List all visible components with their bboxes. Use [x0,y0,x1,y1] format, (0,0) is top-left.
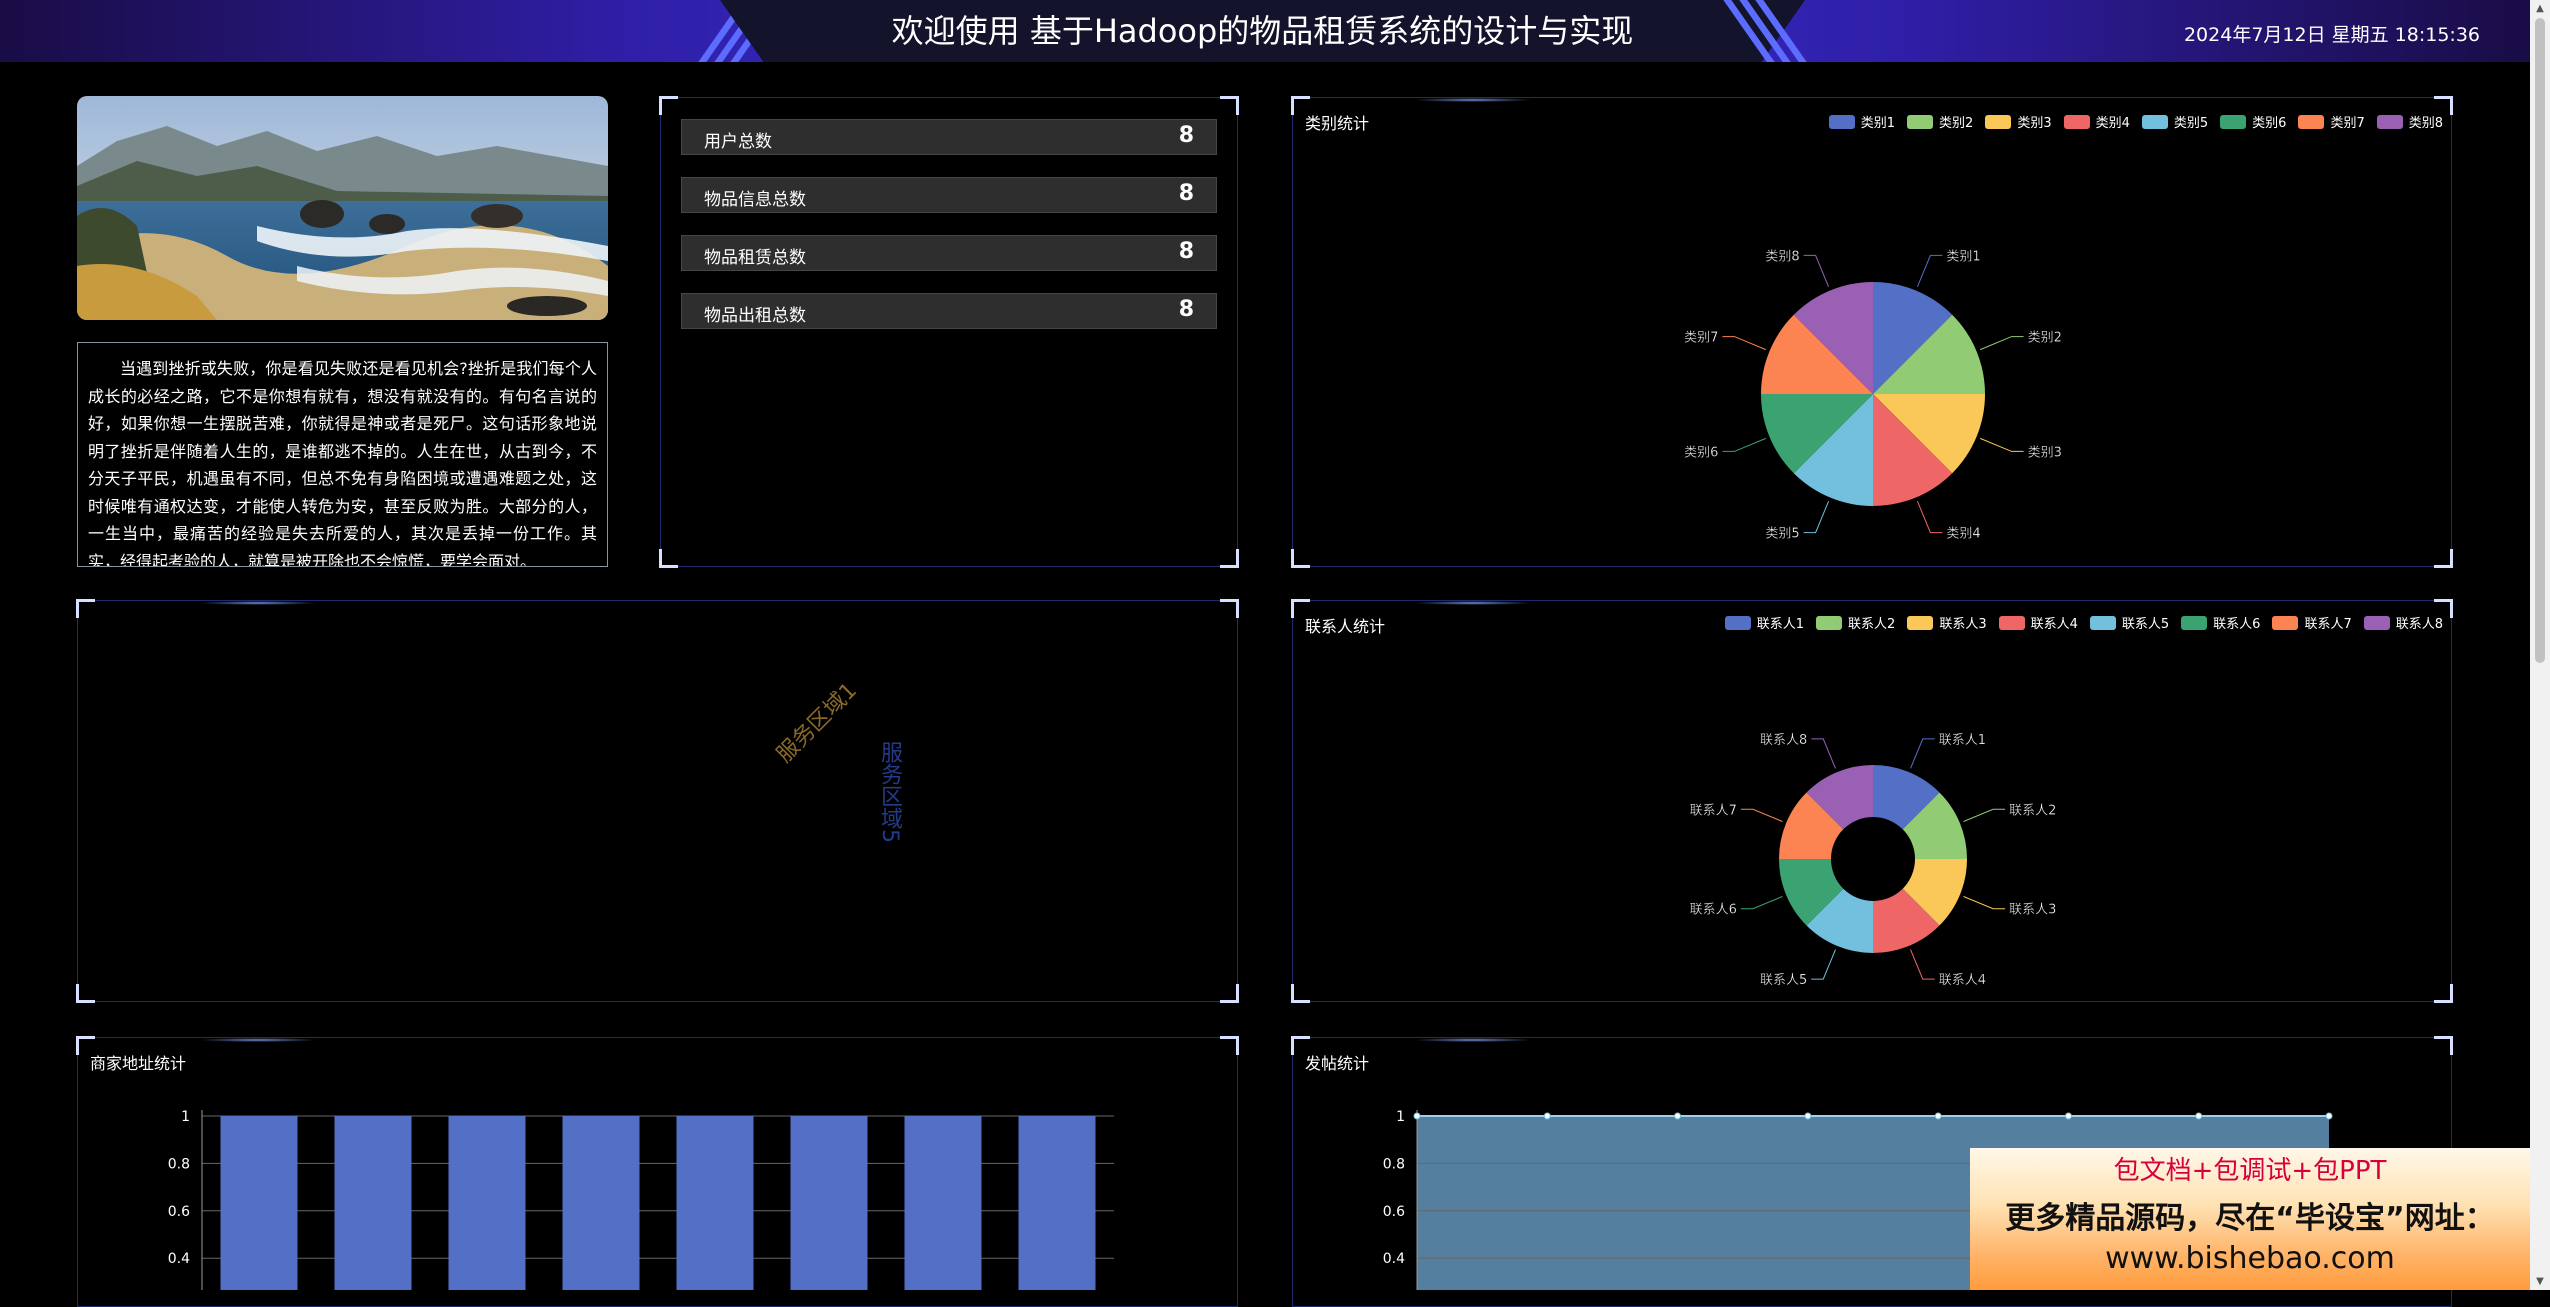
pie-label-line [1963,808,2006,822]
pie-label: 类别2 [2028,331,2062,346]
pie-label: 联系人3 [2009,903,2056,918]
merchant-bar-chart: 1 0.8 0.6 0.4 [168,1109,1114,1290]
promo-line-2: 更多精品源码，尽在“毕设宝”网址： [2005,1201,2495,1236]
region-label-1: 服务区域1 [772,678,863,768]
pie-label-line [1979,437,2024,452]
area-point [1413,1112,1421,1120]
pie-label: 联系人6 [1690,903,1737,918]
stat-label: 用户总数 [704,132,772,152]
pie-label: 类别1 [1946,249,1980,264]
area-point [2195,1112,2203,1120]
y-tick-label: 0.8 [168,1156,190,1172]
bar [904,1116,982,1290]
pie-label: 类别4 [1946,527,1980,542]
scrollbar-thumb[interactable] [2535,18,2545,663]
pie-label-line [1722,437,1767,452]
pie-label: 类别8 [1765,249,1799,264]
pie-label: 联系人1 [1939,733,1986,748]
article-text-box: 当遇到挫折或失败，你是看见失败还是看见机会?挫折是我们每个人成长的必经之路，它不… [77,342,608,567]
stat-value: 8 [1178,297,1194,322]
area-point [1934,1112,1942,1120]
contact-chart-panel: 联系人统计 联系人1 联系人2 联系人3 联系人4 联系人5 联系人6 联系人7 联系人8 联… [1291,599,2453,1003]
bar [676,1116,754,1290]
stat-row-rentals: 物品租赁总数 8 [681,235,1217,271]
stats-panel [659,96,1239,568]
pie-label: 联系人7 [1690,803,1737,818]
pie-label-line [1916,500,1943,534]
stat-value: 8 [1178,123,1194,148]
pie-label-line [1811,738,1836,769]
category-pie-chart: 类别1 类别2 类别3 类别4 类别5 类别6 类别7 类别8 [1684,249,2062,542]
pie-label-line [1910,738,1935,769]
stat-value: 8 [1178,181,1194,206]
contact-donut-chart: 联系人1 联系人2 联系人3 联系人4 联系人5 联系人6 联系人7 联系人8 [1689,733,2056,989]
bar [334,1116,412,1290]
area-point [1543,1112,1551,1120]
bar [562,1116,640,1290]
area-point [1804,1112,1812,1120]
scroll-up-icon[interactable]: ▲ [2533,3,2547,14]
y-tick-label: 0.8 [1383,1156,1405,1172]
pie-label: 联系人2 [2009,803,2056,818]
category-chart-panel: 类别统计 类别1 类别2 类别3 类别4 类别5 类别6 类别7 类别8 类别1 类别2 类别3 类… [1291,96,2453,568]
y-tick-label: 0.4 [168,1251,190,1267]
page-title: 欢迎使用 基于Hadoop的物品租赁系统的设计与实现 [891,12,1634,50]
stat-row-items: 物品信息总数 8 [681,177,1217,213]
y-tick-label: 0.6 [168,1204,190,1220]
promo-banner[interactable]: 包文档+包调试+包PPT 更多精品源码，尽在“毕设宝”网址： www.bishe… [1970,1148,2530,1290]
pie-label: 联系人8 [1760,733,1807,748]
pie-label-line [1916,254,1943,288]
region-panel: 服务区域1 服务区域5 [76,599,1239,1003]
merchant-chart-panel: 商家地址统计 1 0.8 0.6 0.4 [76,1036,1239,1307]
region-label-5: 服务区域5 [877,741,902,843]
pie-label-line [1811,949,1836,980]
pie-label-line [1740,808,1783,822]
pie-label-line [1740,896,1783,910]
bar [1018,1116,1096,1290]
stat-label: 物品出租总数 [704,306,806,326]
bar [220,1116,298,1290]
pie-label-line [1963,896,2006,910]
y-tick-label: 0.4 [1383,1251,1405,1267]
stat-label: 物品信息总数 [704,190,806,210]
bar [448,1116,526,1290]
pie-label: 联系人5 [1760,973,1807,988]
scroll-down-icon[interactable]: ▼ [2533,1276,2547,1287]
area-point [1674,1112,1682,1120]
pie-label: 类别6 [1684,445,1718,460]
stat-value: 8 [1178,239,1194,264]
landscape-image [77,96,608,320]
article-paragraph: 当遇到挫折或失败，你是看见失败还是看见机会?挫折是我们每个人成长的必经之路，它不… [88,359,597,567]
stat-row-users: 用户总数 8 [681,119,1217,155]
y-tick-label: 1 [181,1109,190,1125]
bar [790,1116,868,1290]
datetime-display: 2024年7月12日 星期五 18:15:36 [2183,24,2480,46]
pie-label-line [1803,254,1830,288]
pie-label: 类别3 [2028,445,2062,460]
area-point [2325,1112,2333,1120]
stat-row-leases: 物品出租总数 8 [681,293,1217,329]
promo-url[interactable]: www.bishebao.com [1970,1241,2530,1276]
pie-label-line [1722,336,1767,351]
stat-label: 物品租赁总数 [704,248,806,268]
pie-label-line [1910,949,1935,980]
pie-label: 联系人4 [1939,973,1986,988]
header-bar: 欢迎使用 基于Hadoop的物品租赁系统的设计与实现 2024年7月12日 星期… [0,0,2530,62]
pie-label-line [1803,500,1830,534]
pie-label: 类别5 [1765,527,1799,542]
pie-label-line [1979,336,2024,351]
y-tick-label: 0.6 [1383,1204,1405,1220]
promo-line-1: 包文档+包调试+包PPT [2113,1156,2387,1186]
y-tick-label: 1 [1396,1109,1405,1125]
pie-label: 类别7 [1684,331,1718,346]
area-point [2064,1112,2072,1120]
